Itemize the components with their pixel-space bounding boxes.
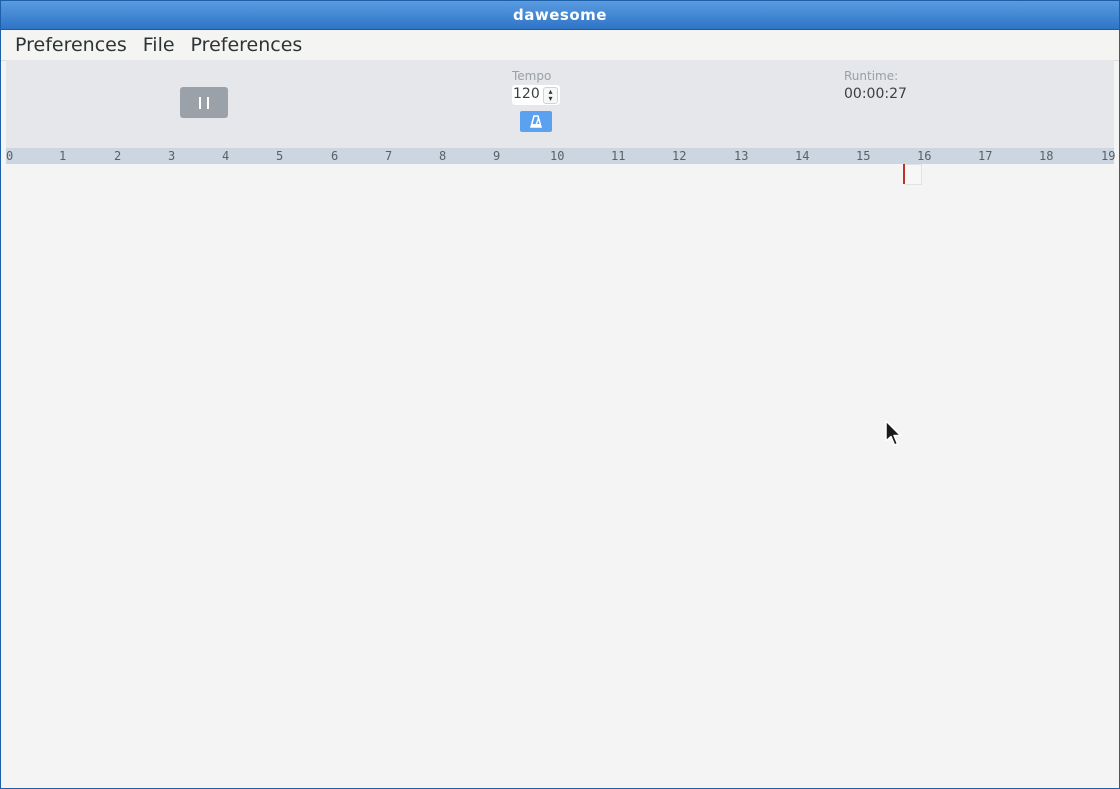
ruler-tick: 13 [734,149,749,163]
transport-panel: Tempo 120 ▴ ▾ Runtime: 00:00:27 [6,60,1114,148]
ruler-tick: 14 [795,149,810,163]
runtime-value: 00:00:27 [844,86,907,102]
pause-button[interactable] [180,87,228,118]
menu-file[interactable]: File [135,34,183,56]
menu-preferences[interactable]: Preferences [7,34,135,56]
ruler-tick: 12 [672,149,687,163]
ruler-tick: 8 [439,149,447,163]
pause-icon [199,96,209,109]
ruler-tick: 18 [1039,149,1054,163]
ruler-tick: 1 [59,149,67,163]
title-bar[interactable]: dawesome [1,1,1119,30]
playhead-handle[interactable] [905,164,922,185]
menu-preferences-2[interactable]: Preferences [183,34,311,56]
runtime-label: Runtime: [844,69,899,83]
tempo-stepper-icon[interactable]: ▴ ▾ [543,87,558,104]
ruler-tick: 6 [331,149,339,163]
ruler-tick: 17 [978,149,993,163]
mouse-cursor-icon [885,420,902,446]
track-area[interactable] [6,164,1114,786]
ruler-tick: 5 [276,149,284,163]
ruler-tick: 4 [222,149,230,163]
tempo-value[interactable]: 120 [513,86,540,102]
tempo-label: Tempo [512,69,552,83]
ruler-tick: 15 [856,149,871,163]
ruler-tick: 0 [6,149,14,163]
tempo-spinbox[interactable]: 120 ▴ ▾ [512,85,560,105]
ruler-tick: 9 [493,149,501,163]
ruler-tick: 7 [385,149,393,163]
app-window: dawesome Preferences File Preferences Te… [0,0,1120,789]
ruler-tick: 3 [168,149,176,163]
metronome-icon [530,115,542,128]
ruler-tick: 10 [550,149,565,163]
ruler-tick: 19 [1101,149,1116,163]
metronome-button[interactable] [520,111,552,132]
window-title: dawesome [513,6,607,24]
ruler-tick: 16 [917,149,932,163]
menu-bar: Preferences File Preferences [1,30,1119,61]
ruler-tick: 2 [114,149,122,163]
ruler-tick: 11 [611,149,626,163]
timeline-ruler[interactable]: 0 1 2 3 4 5 6 7 8 9 10 11 12 13 14 15 16 17 18 19 [6,148,1116,164]
